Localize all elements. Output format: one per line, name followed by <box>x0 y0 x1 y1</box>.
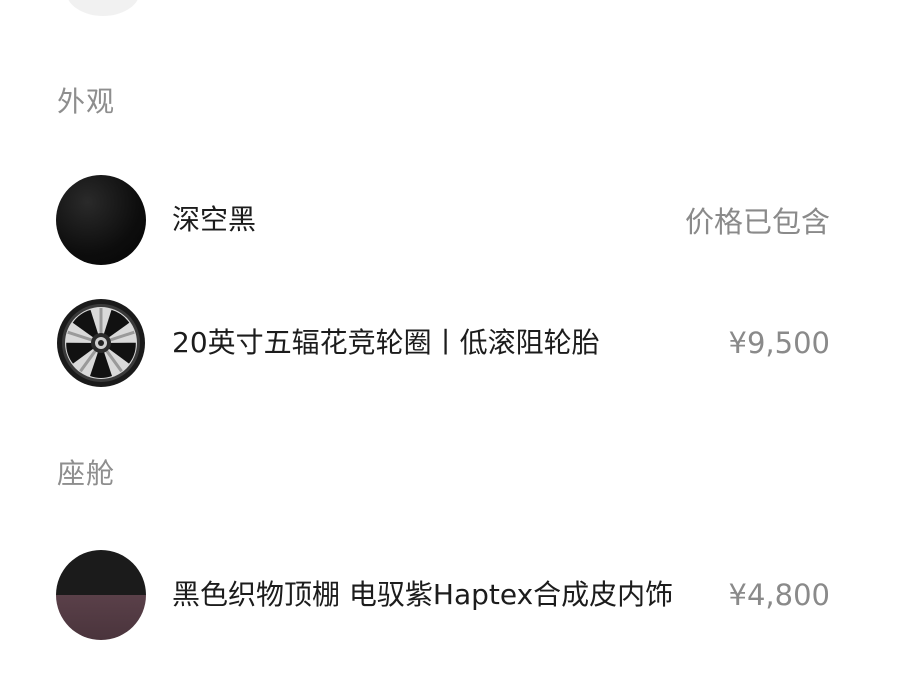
previous-item-swatch <box>66 0 140 16</box>
option-price: 价格已包含 <box>684 205 830 239</box>
wheel-icon <box>56 298 146 388</box>
option-label: 20英寸五辐花竞轮圈丨低滚阻轮胎 <box>172 326 600 359</box>
section-title-exterior: 外观 <box>57 85 116 118</box>
option-label: 深空黑 <box>172 203 257 236</box>
option-row-paint[interactable]: 深空黑 价格已包含 <box>56 175 830 265</box>
section-title-cabin: 座舱 <box>57 457 116 490</box>
color-swatch-black <box>56 175 146 265</box>
option-label: 黑色织物顶棚 电驭紫Haptex合成皮内饰 <box>172 578 674 611</box>
option-row-wheels[interactable]: 20英寸五辐花竞轮圈丨低滚阻轮胎 ¥9,500 <box>56 298 830 388</box>
option-price: ¥4,800 <box>728 578 830 612</box>
interior-swatch <box>56 550 146 640</box>
option-row-interior[interactable]: 黑色织物顶棚 电驭紫Haptex合成皮内饰 ¥4,800 <box>56 550 830 640</box>
option-price: ¥9,500 <box>728 326 830 360</box>
